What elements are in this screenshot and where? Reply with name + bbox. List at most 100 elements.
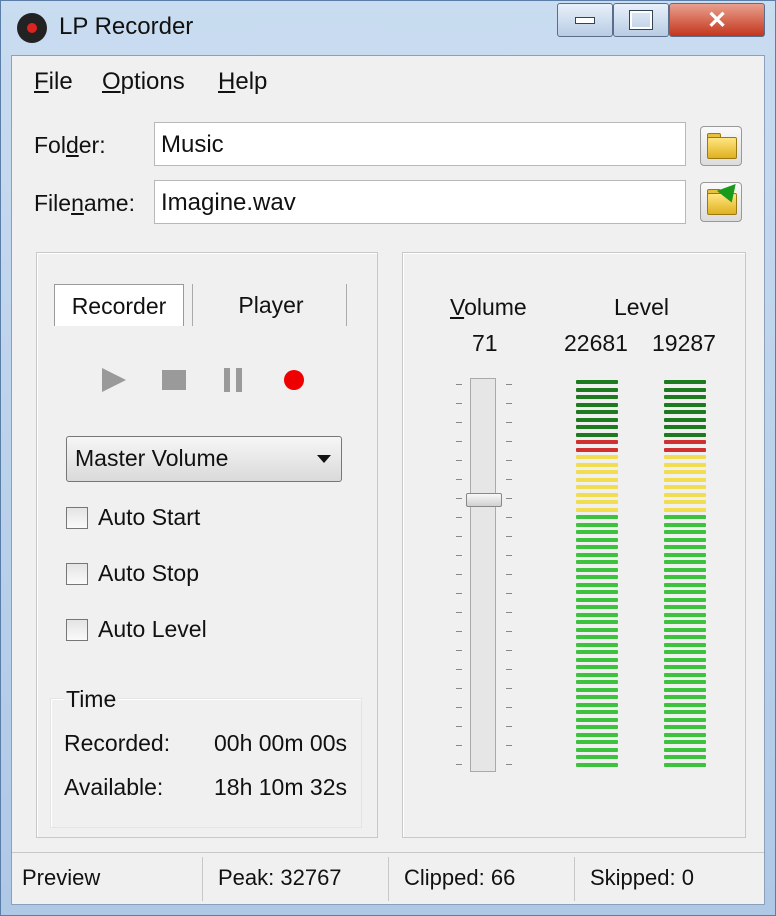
filename-input[interactable]: Imagine.wav [154,180,686,224]
meter-segment-right [664,695,706,699]
slider-tick [456,498,462,499]
close-button[interactable]: ✕ [669,3,765,37]
menu-bar: File Options Help [12,56,764,106]
meter-segment-right [664,432,706,437]
meter-segment-left [576,567,618,572]
meter-segment-left [576,650,618,654]
tab-recorder[interactable]: Recorder [54,284,184,326]
folder-input[interactable]: Music [154,122,686,166]
menu-options[interactable]: Options [102,68,185,96]
meter-segment-left [576,402,618,407]
chevron-down-icon [317,455,331,463]
slider-tick [506,631,512,632]
slider-tick [506,707,512,708]
slider-tick [456,612,462,613]
slider-tick [506,612,512,613]
tab-separator [192,284,193,326]
slider-tick [506,574,512,575]
meter-segment-right [664,417,706,422]
pause-icon[interactable] [224,368,242,392]
meter-segment-right [664,612,706,617]
meter-segment-right [664,530,706,534]
menu-help[interactable]: Help [218,68,267,96]
meter-segment-left [576,485,618,489]
slider-tick [456,517,462,518]
slider-tick [456,764,462,765]
menu-help-rest: elp [235,68,268,95]
meter-segment-left [576,687,618,692]
menu-file[interactable]: File [34,68,73,96]
meter-segment-right [664,455,706,459]
meter-segment-right [664,702,706,707]
menu-options-accel: O [102,68,121,95]
stop-icon[interactable] [162,370,186,390]
meter-segment-left [576,695,618,699]
meter-segment-left [576,417,618,422]
minimize-button[interactable] [557,3,613,37]
maximize-button[interactable] [613,3,669,37]
auto-level-checkbox[interactable] [66,619,88,641]
meter-segment-left [576,597,618,602]
title-bar[interactable]: LP Recorder ✕ [1,1,775,55]
volume-slider-track[interactable] [470,378,496,772]
slider-tick [506,726,512,727]
menu-help-accel: H [218,68,236,95]
meter-segment-left [576,672,618,677]
meter-segment-right [664,440,706,444]
status-skipped: Skipped: 0 [590,865,694,890]
level-label: Level [614,294,669,320]
status-separator [202,857,203,901]
meter-segment-left [576,590,618,594]
meter-segment-right [664,687,706,692]
meter-segment-right [664,410,706,414]
meter-segment-left [576,627,618,632]
slider-tick [456,441,462,442]
meter-segment-left [576,740,618,744]
tab-player[interactable]: Player [198,284,344,326]
meter-segment-right [664,470,706,474]
auto-stop-checkbox[interactable] [66,563,88,585]
slider-tick [506,650,512,651]
meter-segment-left [576,680,618,684]
level-meter-right [664,380,706,770]
slider-tick [506,422,512,423]
record-button-icon[interactable] [284,370,304,390]
meter-segment-right [664,620,706,624]
slider-tick [506,479,512,480]
meter-segment-left [576,717,618,722]
meter-segment-right [664,642,706,647]
level-meter-left [576,380,618,770]
auto-start-checkbox[interactable] [66,507,88,529]
new-file-button[interactable] [700,182,742,222]
meter-segment-right [664,582,706,587]
meter-segment-left [576,492,618,497]
slider-tick [456,555,462,556]
play-icon[interactable] [102,368,126,392]
meter-segment-left [576,755,618,759]
maximize-icon [629,10,653,30]
available-label: Available: [64,774,164,800]
meter-segment-right [664,402,706,407]
meter-segment-left [576,432,618,437]
meter-segment-left [576,410,618,414]
source-dropdown[interactable]: Master Volume [66,436,342,482]
meter-segment-left [576,620,618,624]
meter-segment-left [576,387,618,392]
meter-segment-left [576,657,618,662]
meter-segment-left [576,455,618,459]
volume-slider-thumb[interactable] [466,492,502,507]
status-bar: Preview Peak: 32767 Clipped: 66 Skipped:… [12,852,764,905]
app-window: LP Recorder ✕ File Options Help Folder: … [0,0,776,916]
folder-label: Folder: [34,132,106,158]
meter-segment-left [576,395,618,399]
browse-folder-button[interactable] [700,126,742,166]
meter-segment-left [576,725,618,729]
meter-segment-left [576,702,618,707]
volume-label: Volume [450,294,527,320]
meter-segment-right [664,380,706,384]
meter-segment-right [664,395,706,399]
meter-segment-right [664,672,706,677]
slider-tick [506,593,512,594]
meter-segment-left [576,560,618,564]
meter-segment-right [664,567,706,572]
